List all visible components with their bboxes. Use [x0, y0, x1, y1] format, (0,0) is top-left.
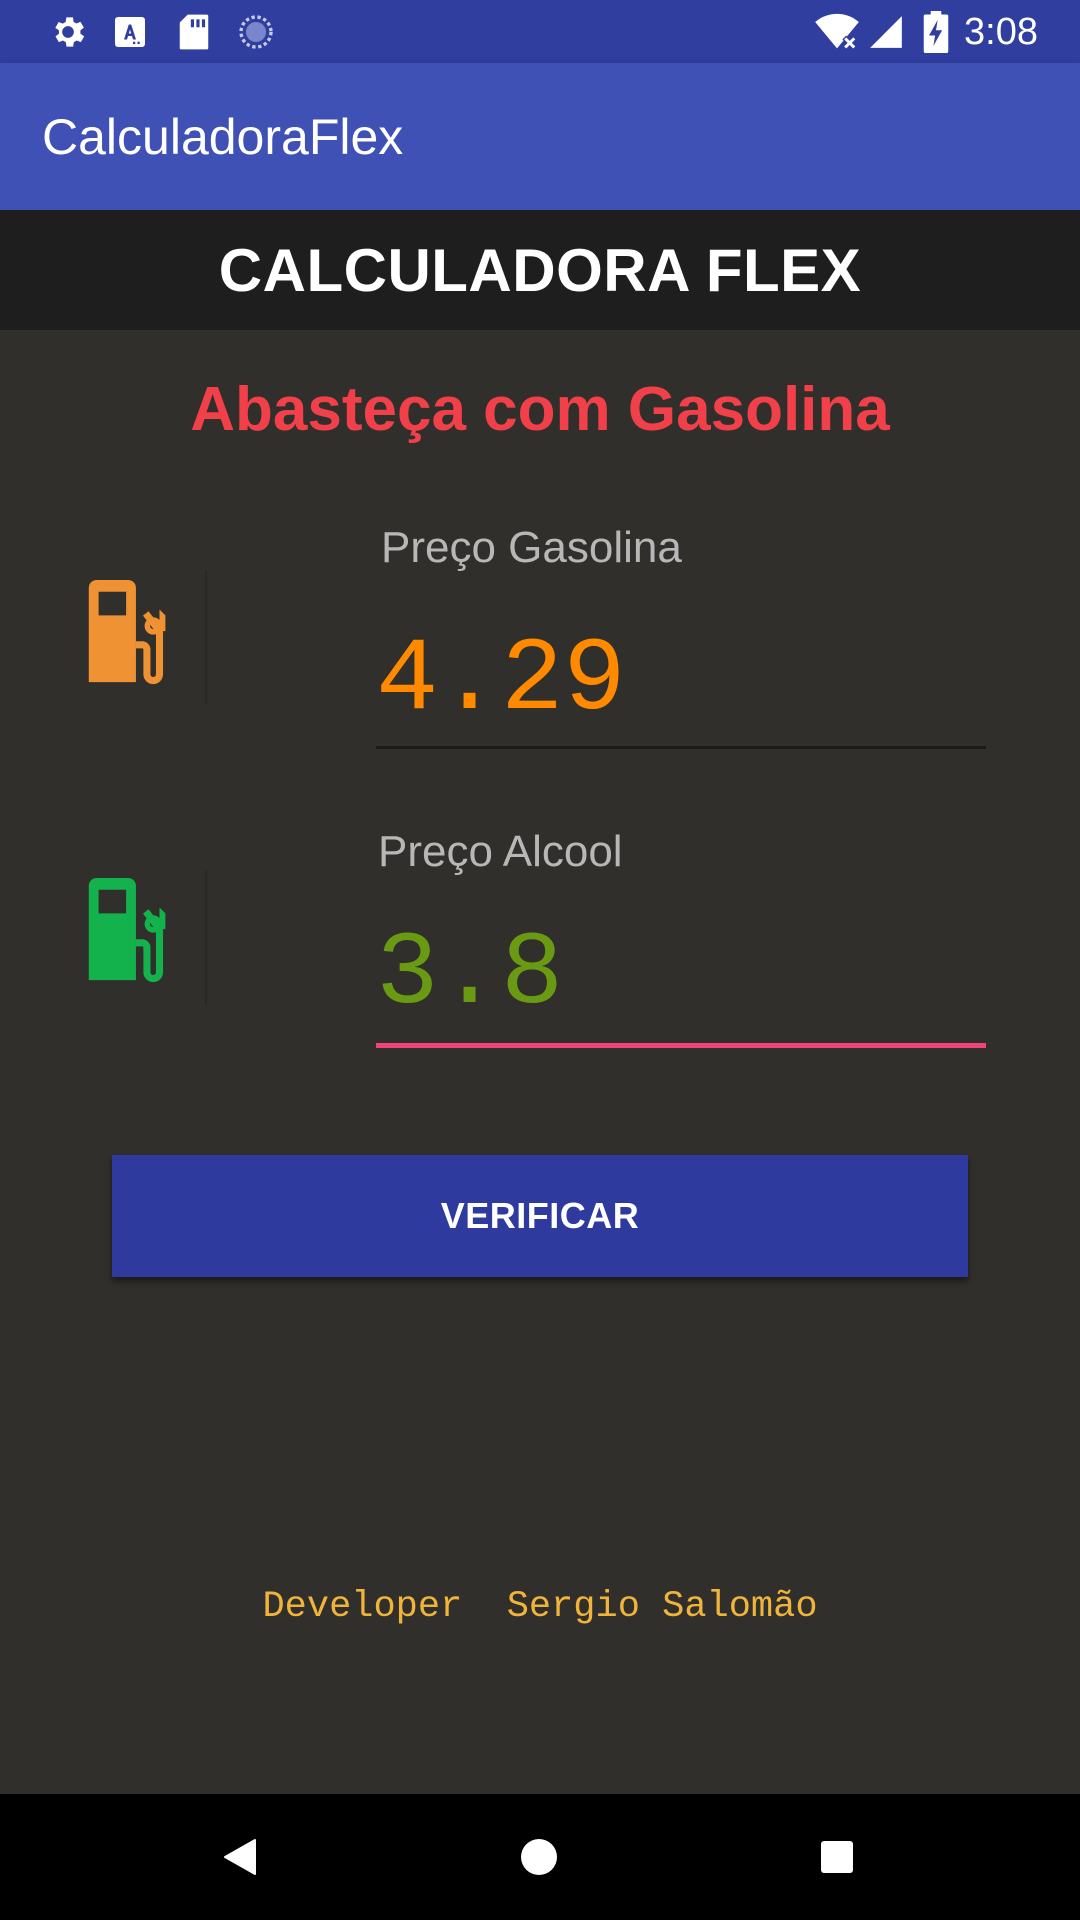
- home-icon[interactable]: [506, 1824, 572, 1890]
- wifi-off-icon: [812, 12, 862, 52]
- alcohol-input-underline: [376, 1043, 986, 1048]
- signal-icon: [866, 12, 906, 52]
- app-screen: 3:08 CalculadoraFlex CALCULADORA FLEX Ab…: [0, 0, 1080, 1920]
- recents-icon[interactable]: [804, 1824, 870, 1890]
- gas-pump-icon: [80, 580, 200, 700]
- header-banner: CALCULADORA FLEX: [0, 210, 1080, 330]
- divider: [205, 870, 207, 1005]
- battery-charging-icon: [916, 11, 956, 53]
- text-format-icon: [110, 12, 150, 52]
- alcohol-price-input[interactable]: 3.8: [376, 920, 563, 1030]
- sync-circle-icon: [236, 12, 276, 52]
- sd-card-icon: [174, 12, 214, 52]
- app-title: CalculadoraFlex: [42, 109, 404, 165]
- navigation-bar: [0, 1794, 1080, 1920]
- divider: [205, 570, 207, 705]
- gasoline-price-label: Preço Gasolina: [381, 523, 682, 572]
- result-message: Abasteça com Gasolina: [190, 375, 890, 444]
- verify-button-label: VERIFICAR: [440, 1195, 640, 1236]
- gear-icon: [48, 12, 88, 52]
- verify-button[interactable]: VERIFICAR: [112, 1155, 968, 1277]
- gasoline-input-underline: [376, 746, 986, 749]
- alcohol-pump-icon: [80, 878, 200, 998]
- status-bar: 3:08: [0, 0, 1080, 63]
- gasoline-price-input[interactable]: 4.29: [376, 626, 626, 736]
- status-time: 3:08: [964, 11, 1038, 53]
- developer-credit: Developer Sergio Salomão: [262, 1586, 818, 1628]
- header-title: CALCULADORA FLEX: [218, 236, 862, 304]
- app-bar: CalculadoraFlex: [0, 63, 1080, 210]
- back-icon[interactable]: [208, 1824, 274, 1890]
- alcohol-price-label: Preço Alcool: [378, 827, 623, 876]
